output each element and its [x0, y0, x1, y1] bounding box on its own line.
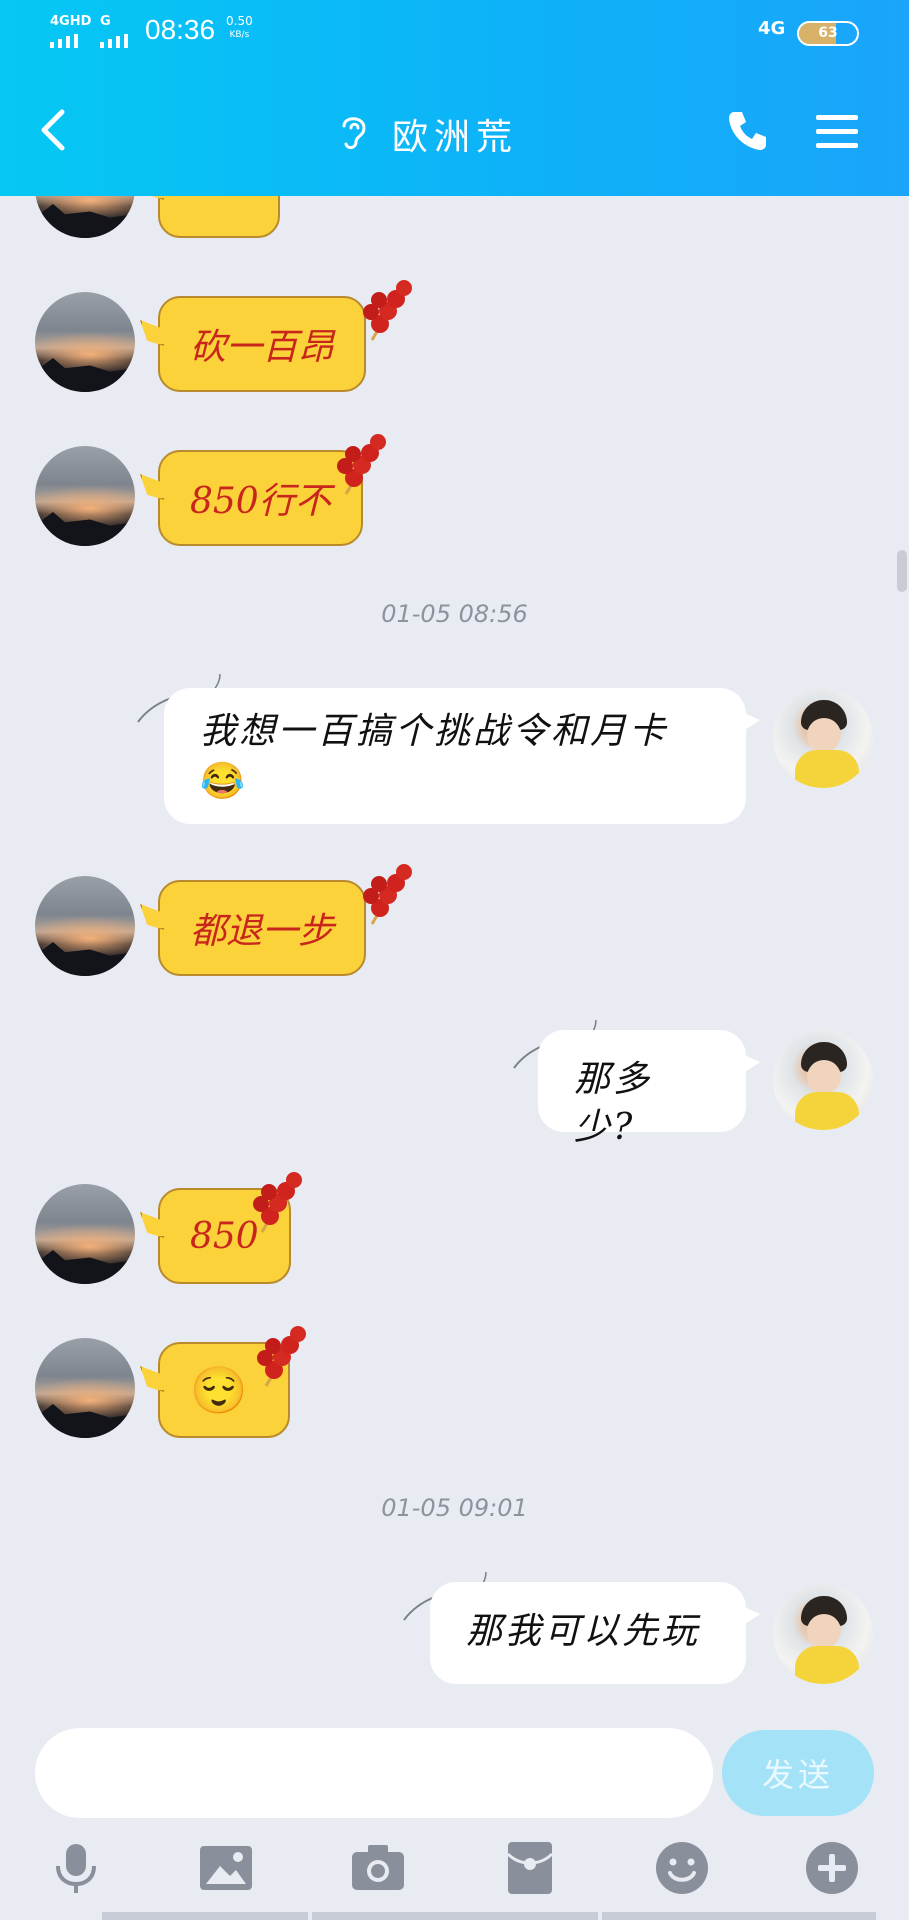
chat-header: 4GHD G 08:36 0.50 KB/s 4G 63 欧洲荒 [0, 0, 909, 196]
candied-hawthorn-icon [257, 1326, 306, 1387]
battery-level: 63 [818, 25, 838, 41]
hamburger-menu-icon[interactable] [814, 112, 860, 152]
microphone-icon[interactable] [48, 1840, 104, 1896]
status-bar: 4GHD G 08:36 0.50 KB/s 4G 63 [0, 0, 909, 60]
message-text: 850 [190, 1215, 259, 1257]
message-bubble-outgoing[interactable]: 那多少? [538, 1030, 746, 1148]
message-timestamp: 01-05 08:56 [381, 600, 528, 628]
candied-hawthorn-icon [363, 864, 412, 925]
message-text: 850行不 [190, 481, 331, 522]
plus-icon[interactable] [804, 1840, 860, 1896]
emoji-icon[interactable] [654, 1840, 710, 1896]
chat-title: 欧洲荒 [392, 117, 519, 158]
contact-avatar[interactable] [35, 292, 135, 392]
send-button[interactable]: 发送 [722, 1730, 874, 1816]
my-avatar[interactable] [773, 688, 873, 788]
network-speed: 0.50 KB/s [226, 14, 253, 42]
message-bubble-outgoing[interactable]: 我想一百搞个挑战令和月卡 😂 [164, 688, 746, 824]
message-text: 那我可以先玩 [466, 1611, 701, 1652]
message-text: 我想一百搞个挑战令和月卡 [200, 711, 669, 752]
signal-bars-2-icon [100, 34, 128, 48]
status-time: 08:36 [145, 14, 216, 45]
contact-avatar[interactable] [35, 876, 135, 976]
my-avatar[interactable] [773, 1030, 873, 1130]
toolbar-divider [102, 1912, 308, 1920]
candied-hawthorn-icon [253, 1172, 302, 1233]
message-timestamp: 01-05 09:01 [381, 1494, 528, 1522]
message-text: 砍一百昂 [190, 327, 335, 368]
candied-hawthorn-icon [337, 434, 386, 495]
speed-unit: KB/s [229, 30, 250, 40]
signal-bars-1-icon [50, 34, 78, 48]
message-text: 都退一步 [190, 911, 335, 952]
title-bar: 欧洲荒 [0, 60, 909, 196]
signal-label-2: G [100, 14, 111, 29]
contact-avatar[interactable] [35, 1184, 135, 1284]
tears-of-joy-emoji-icon: 😂 [200, 761, 248, 802]
message-bubble-outgoing[interactable]: 那我可以先玩 [430, 1582, 746, 1684]
red-packet-icon[interactable] [502, 1840, 558, 1896]
ear-icon[interactable] [336, 112, 370, 152]
toolbar-divider [602, 1912, 876, 1920]
message-text: 那多少? [574, 1059, 653, 1148]
signal-label-1: 4GHD [50, 14, 92, 29]
message-bubble-incoming[interactable]: 砍一百昂 [158, 296, 367, 392]
relieved-face-emoji-icon: 😌 [190, 1362, 248, 1417]
my-avatar[interactable] [773, 1584, 873, 1684]
toolbar-divider [312, 1912, 598, 1920]
network-type: 4G [758, 18, 786, 39]
scrollbar-thumb[interactable] [897, 550, 907, 592]
image-icon[interactable] [198, 1840, 254, 1896]
phone-icon[interactable] [724, 106, 772, 154]
candied-hawthorn-icon [363, 280, 412, 341]
camera-icon[interactable] [350, 1840, 406, 1896]
contact-avatar[interactable] [35, 446, 135, 546]
chevron-left-icon[interactable] [34, 106, 74, 154]
battery-icon: 63 [797, 21, 859, 46]
message-bubble-incoming[interactable]: 850行不 [158, 450, 363, 546]
contact-avatar[interactable] [35, 1338, 135, 1438]
speed-value: 0.50 [226, 14, 253, 28]
message-bubble-incoming[interactable]: 都退一步 [158, 880, 367, 976]
message-input[interactable] [35, 1728, 713, 1818]
